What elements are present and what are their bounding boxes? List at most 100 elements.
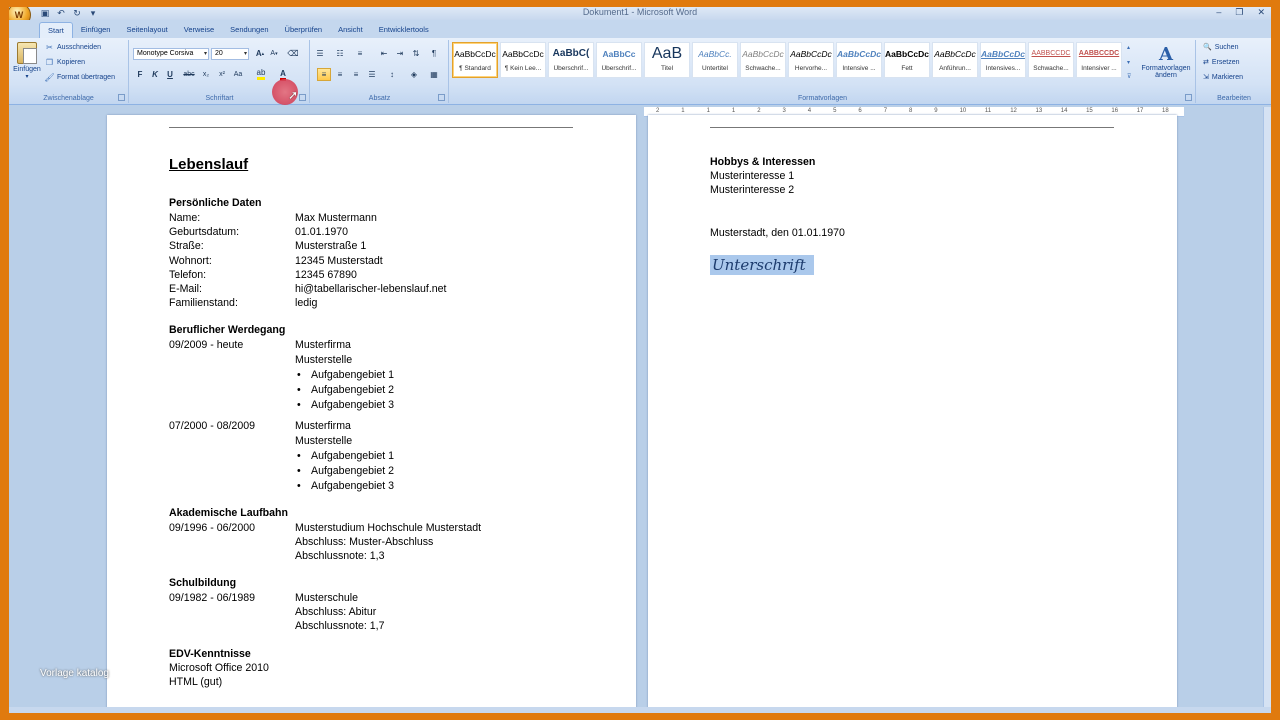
place-date: Musterstadt, den 01.01.1970 (710, 227, 845, 239)
bullets-button[interactable]: ☰ (313, 47, 327, 60)
style-tile[interactable]: AABBCCDC Intensiver ... (1076, 42, 1122, 78)
style-tile[interactable]: AaBbCcDc ¶ Standard (452, 42, 498, 78)
academic-period: 09/1996 - 06/2000 (169, 522, 256, 534)
replace-button[interactable]: ⇄ Ersetzen (1203, 58, 1240, 67)
style-tile[interactable]: AaBbCcDc Fett (884, 42, 930, 78)
style-tile[interactable]: AaBbCcDc Hervorhe... (788, 42, 834, 78)
copy-button[interactable]: ❐ Kopieren (45, 58, 85, 67)
style-tile[interactable]: AaBbCcDc Schwache... (740, 42, 786, 78)
sort-button[interactable]: ⇅ (409, 47, 423, 60)
align-center-button[interactable]: ≡ (333, 68, 347, 81)
minimize-button[interactable]: – (1216, 7, 1221, 18)
paste-button[interactable]: Einfügen ▾ (11, 42, 43, 86)
document-page-1[interactable]: Lebenslauf Persönliche Daten Name: Max Mu… (107, 115, 636, 713)
tab-ansicht[interactable]: Ansicht (330, 22, 371, 38)
job-position: Musterstelle (295, 434, 353, 447)
style-tile[interactable]: AaB Titel (644, 42, 690, 78)
style-name: Intensives... (985, 65, 1021, 72)
highlight-button[interactable]: ab (254, 68, 268, 81)
bold-button[interactable]: F (133, 68, 147, 81)
document-page-2[interactable]: Hobbys & Interessen Musterinteresse 1 Mu… (648, 115, 1177, 713)
multilevel-list-button[interactable]: ≡ (353, 47, 367, 60)
font-family-select[interactable]: Monotype Corsiva ▾ (133, 48, 209, 60)
align-right-button[interactable]: ≡ (349, 68, 363, 81)
styles-launcher-icon[interactable] (1185, 94, 1192, 101)
style-name: ¶ Kein Lee... (504, 65, 542, 72)
ruler-tick: 16 (1111, 108, 1119, 114)
style-sample: AaBbC( (552, 48, 590, 59)
tab-sendungen[interactable]: Sendungen (222, 22, 276, 38)
tab-start[interactable]: Start (39, 22, 73, 38)
increase-indent-button[interactable]: ⇥ (393, 47, 407, 60)
subscript-button[interactable]: x₂ (199, 68, 213, 81)
restore-button[interactable]: ❐ (1235, 7, 1243, 18)
personal-value: ledig (295, 297, 318, 310)
justify-icon: ☰ (368, 70, 376, 79)
style-tile[interactable]: AaBbCcDc Anführun... (932, 42, 978, 78)
scroll-up-icon[interactable]: ▴ (1127, 44, 1135, 51)
job-task: Aufgabengebiet 2 (297, 384, 394, 396)
style-tile[interactable]: AaBbCcDc ¶ Kein Lee... (500, 42, 546, 78)
scroll-down-icon[interactable]: ▾ (1127, 59, 1135, 66)
word-window: W ▣ ↶ ↻ ▾ Dokument1 - Microsoft Word – ❐… (9, 7, 1271, 713)
tab-einfuegen[interactable]: Einfügen (73, 22, 119, 38)
clipboard-group-label: Zwischenablage (43, 95, 94, 102)
academic-line: Abschluss: Muster-Abschluss (295, 536, 434, 548)
style-tile[interactable]: AaBbC(Überschrif... (548, 42, 594, 78)
cut-button[interactable]: ✂ Ausschneiden (45, 43, 101, 52)
style-tile[interactable]: AaBbCcDc Intensives... (980, 42, 1026, 78)
numbering-button[interactable]: ☷ (333, 47, 347, 60)
decrease-indent-button[interactable]: ⇤ (377, 47, 391, 60)
ruler-tick: 1 (681, 108, 685, 114)
shrink-font-button[interactable]: A ▾ (267, 47, 281, 60)
grow-font-button[interactable]: A ▴ (253, 47, 267, 60)
superscript-button[interactable]: x² (215, 68, 229, 81)
style-name: Fett (901, 65, 913, 72)
tab-entwicklertools[interactable]: Entwicklertools (371, 22, 437, 38)
paragraph-launcher-icon[interactable] (438, 94, 445, 101)
style-tile[interactable]: AaBbCc Überschrif... (596, 42, 642, 78)
clipboard-launcher-icon[interactable] (118, 94, 125, 101)
find-button[interactable]: 🔍 Suchen (1203, 43, 1238, 52)
job-task: Aufgabengebiet 1 (297, 369, 394, 381)
tab-verweise[interactable]: Verweise (176, 22, 222, 38)
font-launcher-icon[interactable] (299, 94, 306, 101)
shading-button[interactable]: ◈ (407, 68, 421, 81)
job-task: Aufgabengebiet 3 (297, 480, 394, 492)
line-spacing-button[interactable]: ↕ (385, 68, 399, 81)
style-tile[interactable]: AaBbCc. Untertitel (692, 42, 738, 78)
change-styles-button[interactable]: A Formatvorlagen ändern (1140, 44, 1192, 79)
font-size-select[interactable]: 20 ▾ (211, 48, 249, 60)
italic-button[interactable]: K (148, 68, 162, 81)
justify-button[interactable]: ☰ (365, 68, 379, 81)
clear-formatting-button[interactable]: ⌫ (286, 47, 300, 60)
ruler-tick: 12 (1010, 108, 1017, 114)
strikethrough-button[interactable]: abc (182, 68, 196, 81)
tab-ueberpruefen[interactable]: Überprüfen (277, 22, 331, 38)
close-button[interactable]: ✕ (1257, 7, 1265, 18)
ruler-tick: 9 (934, 108, 938, 114)
multilevel-list-icon: ≡ (357, 49, 363, 58)
change-styles-icon: A (1159, 44, 1173, 65)
borders-button[interactable]: ▦ (427, 68, 441, 81)
style-tile[interactable]: AaBbCcDc Intensive ... (836, 42, 882, 78)
signature-selected[interactable]: Unterschrift (710, 255, 814, 275)
select-button[interactable]: ⇲ Markieren (1203, 73, 1243, 82)
personal-label: Wohnort: (169, 254, 212, 267)
personal-value: hi@tabellarischer-lebenslauf.net (295, 283, 447, 295)
personal-label: Familienstand: (169, 297, 238, 310)
ruler-tick: 4 (807, 108, 812, 114)
vertical-scrollbar[interactable] (1263, 107, 1271, 707)
academic-line: Musterstudium Hochschule Musterstadt (295, 522, 482, 534)
format-painter-button[interactable]: 🖌 Format übertragen (44, 73, 115, 82)
change-case-button[interactable]: Aa (231, 68, 245, 81)
tab-seitenlayout[interactable]: Seitenlayout (118, 22, 175, 38)
style-tile[interactable]: AABBCCDC Schwache... (1028, 42, 1074, 78)
style-sample: AaBbCcDc (742, 49, 784, 59)
show-formatting-button[interactable]: ¶ (427, 47, 441, 60)
style-name: Schwache... (1033, 65, 1069, 72)
underline-button[interactable]: U (163, 68, 177, 81)
expand-gallery-icon[interactable]: ⊽ (1127, 73, 1135, 80)
section-heading-hobbies: Hobbys & Interessen (710, 156, 816, 168)
align-left-button[interactable]: ≡ (317, 68, 331, 81)
